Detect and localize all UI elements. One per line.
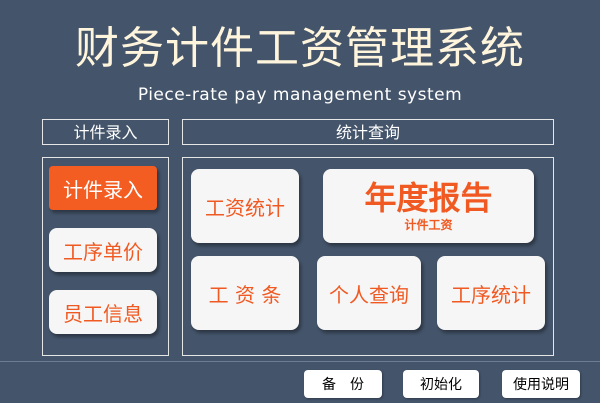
initialize-button[interactable]: 初始化 — [403, 370, 479, 398]
personal-query-button[interactable]: 个人查询 — [317, 256, 421, 330]
manual-button[interactable]: 使用说明 — [502, 370, 580, 398]
right-section-label: 统计查询 — [182, 119, 554, 145]
process-price-button[interactable]: 工序单价 — [49, 228, 157, 272]
employee-info-button[interactable]: 员工信息 — [49, 290, 157, 334]
annual-report-title: 年度报告 — [364, 179, 493, 217]
process-stats-button[interactable]: 工序统计 — [437, 256, 545, 330]
left-section-label: 计件录入 — [42, 119, 169, 145]
wage-stats-button[interactable]: 工资统计 — [191, 169, 299, 243]
annual-report-button[interactable]: 年度报告 计件工资 — [323, 169, 534, 243]
annual-report-subtitle: 计件工资 — [404, 218, 453, 232]
payslip-button[interactable]: 工 资 条 — [191, 256, 299, 330]
footer-divider — [0, 361, 600, 362]
backup-button[interactable]: 备 份 — [304, 370, 382, 398]
page-subtitle: Piece-rate pay management system — [137, 85, 463, 105]
page-title: 财务计件工资管理系统 — [75, 23, 525, 74]
piece-entry-button[interactable]: 计件录入 — [49, 166, 157, 210]
